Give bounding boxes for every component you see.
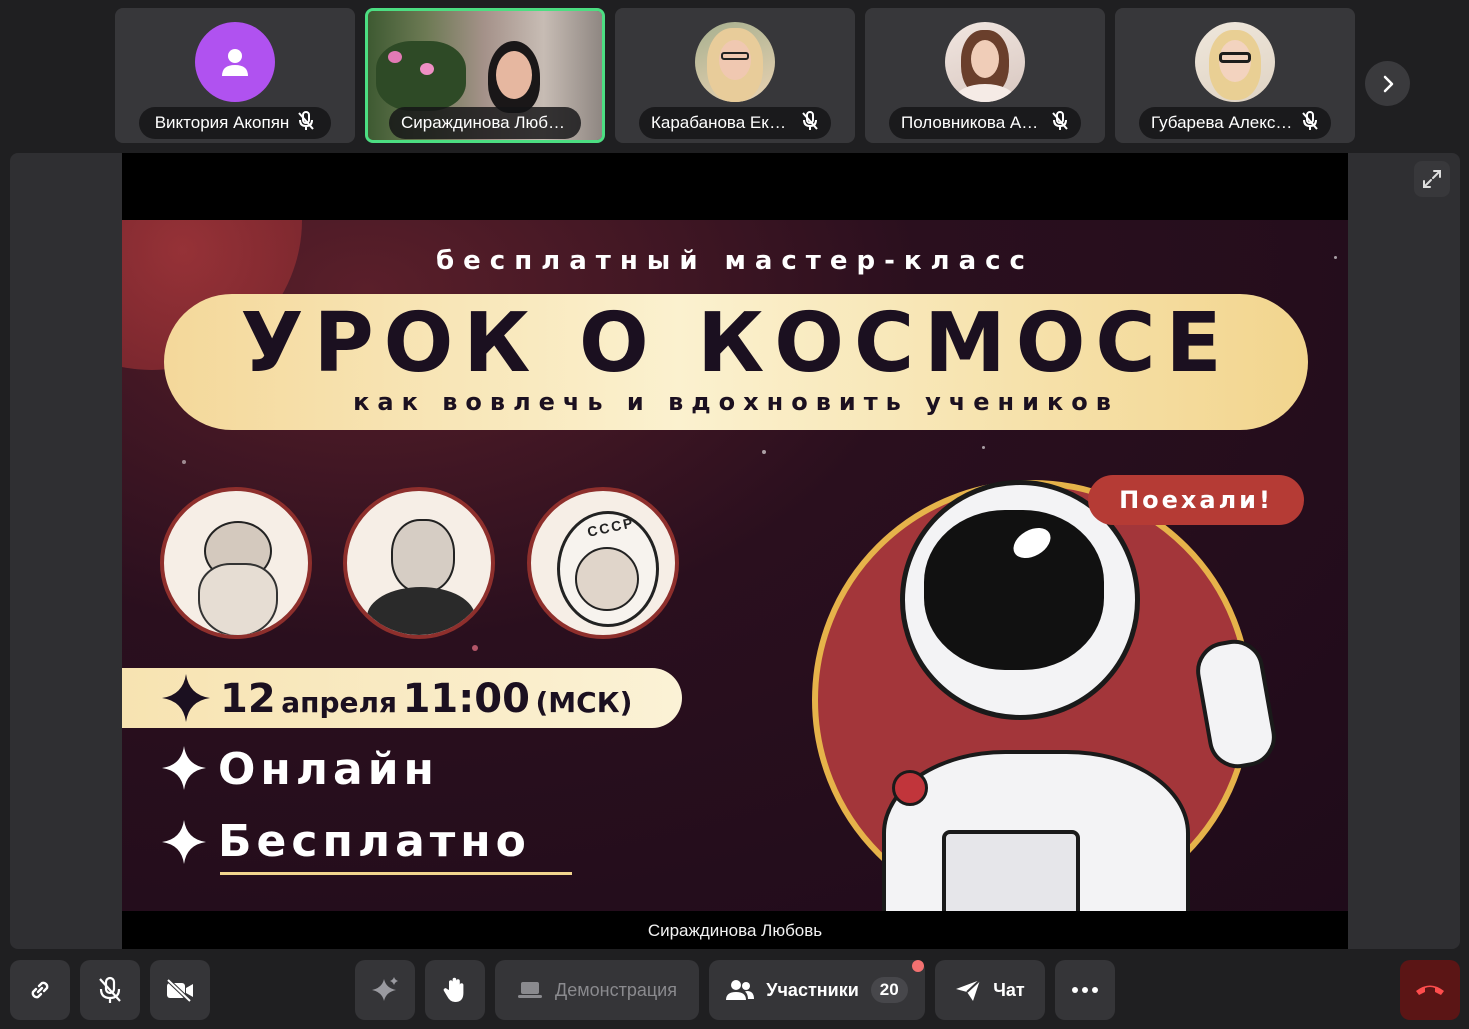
participant-name: Половникова Анас... [901, 113, 1043, 132]
users-icon [726, 980, 755, 1000]
participant-name: Губарева Алексан... [1151, 113, 1293, 132]
laptop-icon [518, 982, 543, 998]
hand-icon [443, 977, 464, 1002]
send-icon [956, 979, 981, 1001]
slide-title-banner: УРОК О КОСМОСЕ как вовлечь и вдохновить … [164, 294, 1308, 430]
slide-tagline: как вовлечь и вдохновить учеников [353, 388, 1119, 416]
ai-effects-button[interactable] [355, 960, 415, 1020]
star-sparkle-icon [162, 746, 206, 795]
participant-name-pill: Сираждинова Любовь [389, 107, 581, 139]
mic-muted-icon [297, 110, 315, 136]
participant-name: Виктория Акопян [154, 113, 290, 132]
mic-muted-icon [1051, 110, 1069, 136]
copy-link-button[interactable] [10, 960, 70, 1020]
participants-button[interactable]: Участники 20 [709, 960, 925, 1020]
raise-hand-button[interactable] [425, 960, 485, 1020]
chat-button[interactable]: Чат [935, 960, 1045, 1020]
slide-subtitle: бесплатный мастер-класс [436, 246, 1034, 276]
microphone-button[interactable] [80, 960, 140, 1020]
mic-muted-icon [1301, 110, 1319, 136]
event-time: 11:00 [402, 676, 530, 722]
portrait-cosmonaut: СССР [527, 487, 679, 639]
camera-button[interactable] [150, 960, 210, 1020]
more-options-button[interactable] [1055, 960, 1115, 1020]
participant-name: Карабанова Екате... [651, 113, 793, 132]
participant-tile-active[interactable]: Сираждинова Любовь [365, 8, 605, 143]
participant-tile[interactable]: Виктория Акопян [115, 8, 355, 143]
event-month: апреля [281, 686, 398, 719]
screen-share-label: Демонстрация [555, 979, 677, 1000]
participant-name-pill: Виктория Акопян [139, 107, 331, 139]
slide-title: УРОК О КОСМОСЕ [240, 296, 1232, 391]
star-sparkle-icon [162, 820, 206, 869]
next-participants-button[interactable] [1365, 61, 1410, 106]
participants-count-badge: 20 [870, 977, 908, 1003]
user-placeholder-icon [195, 22, 275, 102]
astronaut-illustration [772, 470, 1281, 911]
event-day: 12 [220, 676, 276, 722]
chevron-right-icon [1383, 75, 1393, 92]
more-horizontal-icon [1072, 987, 1098, 993]
expand-icon [1423, 170, 1441, 188]
participant-tile[interactable]: Половникова Анас... [865, 8, 1105, 143]
camera-off-icon [166, 978, 193, 1003]
screen-share-button[interactable]: Демонстрация [495, 960, 699, 1020]
feature-online: Онлайн [218, 744, 439, 795]
link-icon [31, 981, 49, 999]
presentation-slide: бесплатный мастер-класс УРОК О КОСМОСЕ к… [122, 220, 1348, 911]
feature-free: Бесплатно [218, 816, 531, 867]
date-band: 12 апреля 11:00 (МСК) [122, 668, 682, 728]
notification-dot [912, 960, 924, 972]
participant-tile[interactable]: Карабанова Екате... [615, 8, 855, 143]
main-stage: бесплатный мастер-класс УРОК О КОСМОСЕ к… [10, 153, 1460, 949]
end-call-button[interactable] [1400, 960, 1460, 1020]
participant-name-pill: Карабанова Екате... [639, 107, 831, 139]
fullscreen-button[interactable] [1414, 161, 1450, 197]
participant-tile[interactable]: Губарева Алексан... [1115, 8, 1355, 143]
participant-avatar [695, 22, 775, 102]
participant-name-pill: Губарева Алексан... [1139, 107, 1331, 139]
mic-muted-icon [801, 110, 819, 136]
underline-decoration [220, 872, 572, 875]
presenter-label: Сираждинова Любовь [647, 921, 823, 940]
chat-label: Чат [993, 979, 1025, 1000]
event-timezone: (МСК) [535, 686, 633, 719]
participant-name: Сираждинова Любовь [401, 113, 569, 132]
star-sparkle-icon [162, 674, 210, 727]
portrait-scientist [160, 487, 312, 639]
participant-avatar [945, 22, 1025, 102]
participants-label: Участники [766, 979, 859, 1000]
participant-avatar [1195, 22, 1275, 102]
screen-share: бесплатный мастер-класс УРОК О КОСМОСЕ к… [122, 153, 1348, 949]
phone-hangup-icon [1416, 985, 1444, 995]
event-date: 12 апреля 11:00 (МСК) [220, 676, 632, 722]
speech-bubble: Поехали! [1088, 475, 1304, 525]
sparkles-icon [372, 977, 398, 1001]
portrait-engineer [343, 487, 495, 639]
mic-muted-icon [99, 976, 121, 1003]
participant-name-pill: Половникова Анас... [889, 107, 1081, 139]
